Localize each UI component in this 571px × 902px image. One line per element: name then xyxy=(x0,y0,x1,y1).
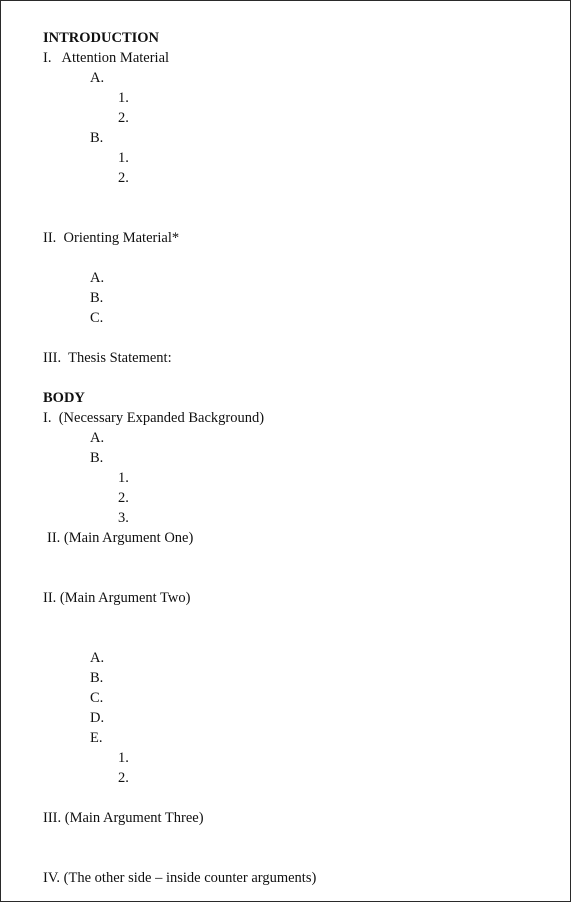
outline-item: III. Thesis Statement: xyxy=(43,350,172,366)
outline-item: D. xyxy=(90,710,105,726)
outline-item: B. xyxy=(90,670,104,686)
outline-item: II. (Main Argument One) xyxy=(47,530,194,546)
outline-item: E. xyxy=(90,730,103,746)
outline-item: I. Attention Material xyxy=(43,50,170,66)
section-heading-introduction: INTRODUCTION xyxy=(43,30,160,46)
outline-item: IV. (The other side – inside counter arg… xyxy=(43,870,317,886)
document-page: INTRODUCTION I. Attention Material A. 1. 2. B… xyxy=(0,0,571,902)
outline-item: 1. xyxy=(118,750,129,766)
outline-item: 2. xyxy=(118,770,129,786)
outline-item: 1. xyxy=(118,470,129,486)
section-heading-body: BODY xyxy=(43,390,85,406)
outline-item: C. xyxy=(90,310,104,326)
outline-item: I. (Necessary Expanded Background) xyxy=(43,410,265,426)
outline-item: B. xyxy=(90,290,104,306)
outline-item: A. xyxy=(90,70,105,86)
outline-item: B. xyxy=(90,130,104,146)
outline-item: 3. xyxy=(118,510,129,526)
outline-item: II. Orienting Material* xyxy=(43,230,180,246)
outline-item: 2. xyxy=(118,110,129,126)
outline-item: A. xyxy=(90,650,105,666)
outline-item: C. xyxy=(90,690,104,706)
outline-body: INTRODUCTION I. Attention Material A. 1. 2. B… xyxy=(1,1,570,888)
outline-item: 1. xyxy=(118,90,129,106)
outline-item: II. (Main Argument Two) xyxy=(43,590,191,606)
outline-item: B. xyxy=(90,450,104,466)
outline-item: A. xyxy=(90,430,105,446)
outline-item: A. xyxy=(90,270,105,286)
outline-item: III. (Main Argument Three) xyxy=(43,810,204,826)
outline-item: 2. xyxy=(118,490,129,506)
outline-item: 1. xyxy=(118,150,129,166)
outline-item: 2. xyxy=(118,170,129,186)
